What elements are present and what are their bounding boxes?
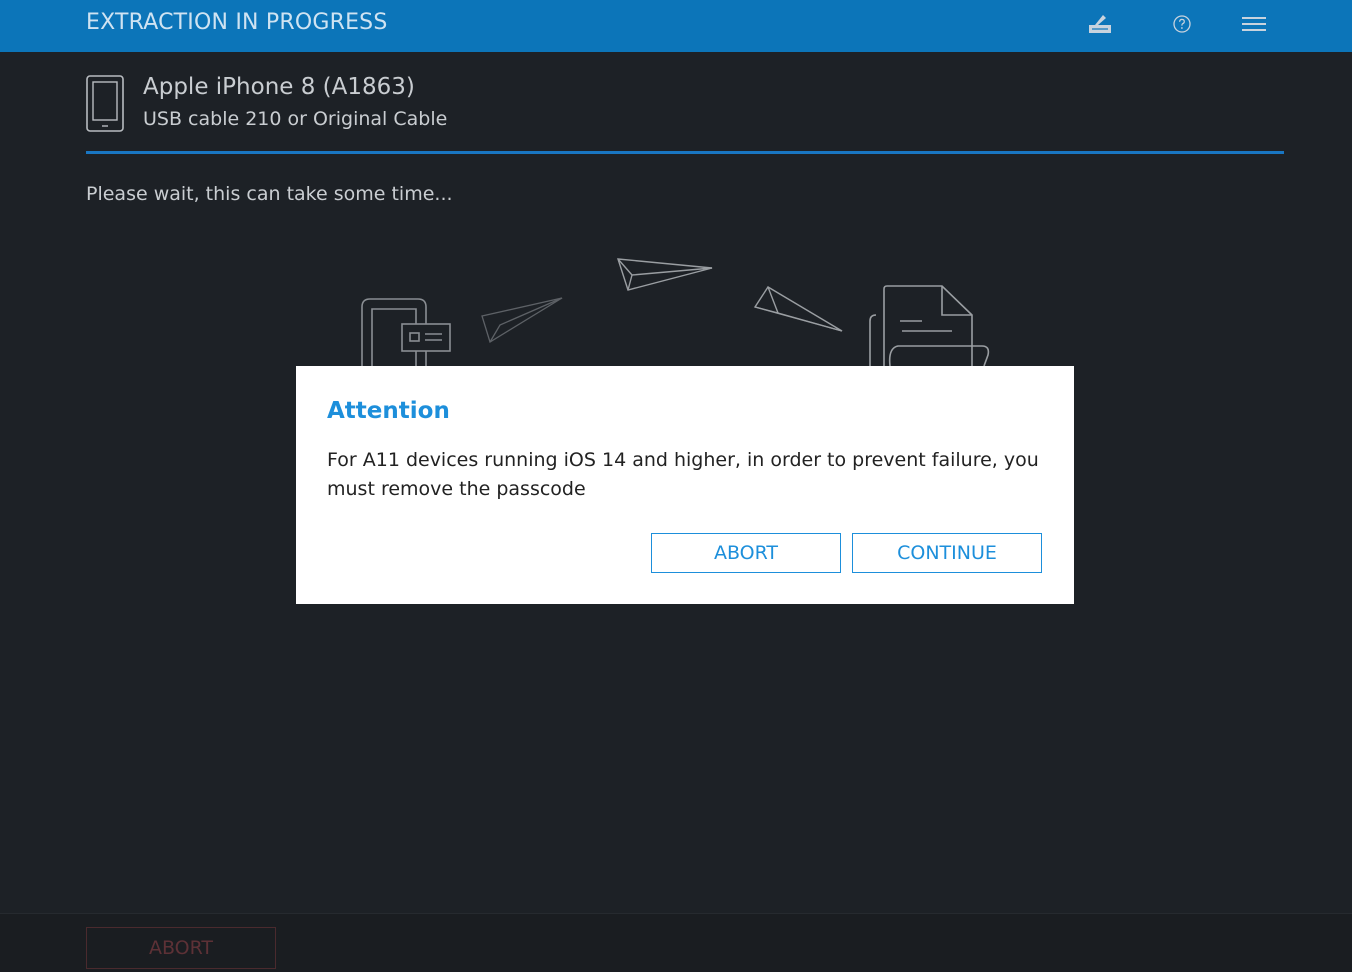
transfer-illustration bbox=[361, 258, 990, 367]
page-title: EXTRACTION IN PROGRESS bbox=[86, 10, 388, 35]
phone-icon bbox=[86, 75, 124, 137]
document-folder-icon bbox=[869, 285, 990, 367]
footer-abort-button[interactable]: ABORT bbox=[86, 927, 276, 969]
top-bar: EXTRACTION IN PROGRESS bbox=[0, 0, 1352, 52]
wait-message: Please wait, this can take some time... bbox=[86, 183, 453, 205]
signature-icon[interactable] bbox=[1086, 10, 1114, 38]
footer-bar: ABORT bbox=[0, 913, 1352, 972]
help-icon[interactable] bbox=[1168, 10, 1196, 38]
dialog-continue-button[interactable]: CONTINUE bbox=[852, 533, 1042, 573]
phone-card-icon bbox=[361, 298, 451, 366]
dialog-abort-button[interactable]: ABORT bbox=[651, 533, 841, 573]
paper-plane-icon bbox=[481, 297, 563, 343]
attention-dialog: Attention For A11 devices running iOS 14… bbox=[296, 366, 1074, 604]
paper-plane-icon bbox=[753, 286, 843, 332]
device-name: Apple iPhone 8 (A1863) bbox=[143, 74, 415, 100]
dialog-message: For A11 devices running iOS 14 and highe… bbox=[327, 449, 1039, 500]
menu-icon[interactable] bbox=[1240, 10, 1268, 38]
device-cable: USB cable 210 or Original Cable bbox=[143, 108, 448, 130]
separator-line bbox=[86, 151, 1284, 154]
paper-plane-icon bbox=[617, 258, 713, 291]
dialog-title: Attention bbox=[327, 398, 450, 424]
